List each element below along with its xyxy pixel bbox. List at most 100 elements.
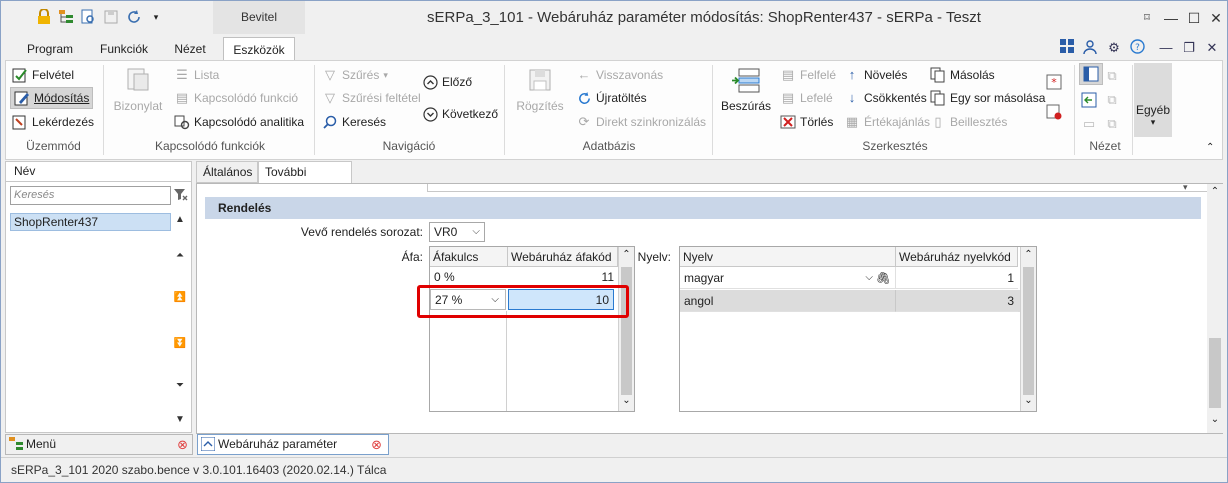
- kovetkezo-button[interactable]: Következő: [422, 103, 498, 125]
- delete-form-button[interactable]: [1046, 101, 1062, 123]
- felfele-button[interactable]: ▤ Felfelé: [780, 64, 836, 86]
- direkt-szinkronizalas-button[interactable]: ⟳ Direkt szinkronizálás: [576, 111, 707, 133]
- chevron-down-icon: [422, 106, 438, 122]
- ribbon-collapse-icon[interactable]: ⌃: [1206, 137, 1214, 159]
- tab-program[interactable]: Program: [21, 37, 79, 61]
- nyelv-column-header-nyelv[interactable]: Nyelv: [680, 247, 896, 267]
- tab-funkciok[interactable]: Funkciók: [93, 37, 155, 61]
- layout-view-button[interactable]: [1079, 63, 1103, 85]
- restore-layout-icon[interactable]: ⌑: [1137, 8, 1157, 28]
- tab-eszkozok[interactable]: Eszközök: [223, 37, 295, 61]
- list-item[interactable]: ShopRenter437: [10, 213, 171, 231]
- highlight-box: [417, 285, 629, 318]
- egyeb-button[interactable]: Egyéb ▾: [1134, 63, 1172, 137]
- mdi-close-button[interactable]: ✕: [1203, 39, 1221, 57]
- scroll-down-icon[interactable]: ▼: [172, 414, 188, 430]
- scroll-thumb[interactable]: [1209, 338, 1221, 408]
- scroll-down-icon[interactable]: ⌄: [1021, 395, 1036, 406]
- lekerdezes-button[interactable]: Lekérdezés: [12, 111, 94, 133]
- beillesztes-button[interactable]: ▯ Beillesztés: [930, 111, 1007, 133]
- egy-sor-masolasa-button[interactable]: Egy sor másolása: [930, 87, 1045, 109]
- masolas-button[interactable]: Másolás: [930, 64, 995, 86]
- tab-tovabbi-adatok[interactable]: További adatok: [258, 161, 352, 199]
- scroll-page-up-icon[interactable]: ⏶: [172, 250, 188, 266]
- close-button[interactable]: ✕: [1206, 8, 1226, 28]
- noveles-button[interactable]: ↑ Növelés: [844, 64, 908, 86]
- scroll-fast-down-icon[interactable]: ⏬: [172, 338, 188, 354]
- vevo-rendeles-combo[interactable]: VR0 ⌵: [429, 222, 485, 242]
- sync-icon: ⟳: [578, 114, 590, 129]
- view-option-3-button[interactable]: [1081, 89, 1097, 111]
- scroll-down-icon[interactable]: ⌄: [1207, 414, 1223, 425]
- scroll-up-icon[interactable]: ⌃: [1021, 249, 1036, 260]
- tab-menu[interactable]: Menü ⊗: [5, 434, 193, 455]
- chevron-down-icon[interactable]: ⌵: [865, 267, 873, 289]
- visszavonas-button[interactable]: ← Visszavonás: [576, 64, 664, 86]
- maximize-button[interactable]: ☐: [1184, 8, 1204, 28]
- close-icon[interactable]: ⊗: [371, 435, 382, 454]
- scroll-up-icon[interactable]: ▲: [172, 214, 188, 230]
- group-label-uzemmod: Üzemmód: [26, 139, 81, 153]
- user-settings-icon[interactable]: [1081, 39, 1099, 57]
- tab-nezet[interactable]: Nézet: [165, 37, 215, 61]
- modositas-button[interactable]: Módosítás: [10, 87, 94, 109]
- rogzites-button[interactable]: Rögzítés: [510, 65, 570, 113]
- chevron-up-icon: [422, 74, 438, 90]
- left-panel: Név Keresés ShopRenter437 ▲ ⏶ ⏫ ⏬ ⏷ ▼: [5, 161, 192, 433]
- left-scrollbar[interactable]: ▲ ⏶ ⏫ ⏬ ⏷ ▼: [172, 210, 188, 430]
- ujratoltes-button[interactable]: Újratöltés: [576, 87, 647, 109]
- lista-button[interactable]: ☰ Lista: [174, 64, 219, 86]
- view-option-5-button[interactable]: ▭: [1081, 113, 1097, 135]
- table-row[interactable]: 0 % 11: [430, 267, 618, 287]
- gear-icon[interactable]: ⚙: [1105, 39, 1123, 57]
- nyelv-column-header-kod[interactable]: Webáruház nyelvkód: [896, 247, 1018, 267]
- lefele-button[interactable]: ▤ Lefelé: [780, 87, 833, 109]
- tree-view-icon: ⧉: [1107, 68, 1117, 83]
- star-form-button[interactable]: *: [1046, 71, 1062, 93]
- separator: [1074, 65, 1075, 155]
- view-option-4-button[interactable]: ⧉: [1104, 89, 1120, 111]
- search-input[interactable]: Keresés: [10, 186, 171, 205]
- szures-button[interactable]: ▽ Szűrés ▾: [322, 64, 388, 86]
- grid-icon[interactable]: [1058, 39, 1076, 57]
- torles-button[interactable]: Törlés: [780, 111, 833, 133]
- mdi-minimize-button[interactable]: —: [1157, 39, 1175, 57]
- mdi-restore-button[interactable]: ❐: [1180, 39, 1198, 57]
- ertekajanlas-button[interactable]: ▦ Értékajánlás: [844, 111, 930, 133]
- minimize-button[interactable]: —: [1161, 8, 1181, 28]
- help-icon[interactable]: ?: [1128, 39, 1146, 57]
- tab-webaruhaz-parameter[interactable]: Webáruház paraméter ⊗: [197, 434, 389, 455]
- table-row[interactable]: magyar ⌵ 🖇 1: [680, 267, 1020, 289]
- scroll-down-icon[interactable]: ⌄: [619, 395, 634, 406]
- afa-grid-scrollbar[interactable]: ⌃ ⌄: [618, 247, 634, 411]
- close-icon[interactable]: ⊗: [177, 435, 188, 454]
- scroll-fast-up-icon[interactable]: ⏫: [172, 292, 188, 308]
- form-content: ▾ Rendelés Vevő rendelés sorozat: VR0 ⌵ …: [196, 182, 1223, 434]
- filter-clear-icon[interactable]: [173, 187, 188, 205]
- bizonylat-button[interactable]: Bizonylat: [110, 65, 166, 113]
- afa-column-header-kulcs[interactable]: Áfakulcs: [430, 247, 508, 267]
- table-row[interactable]: angol 3: [680, 290, 1020, 312]
- content-scrollbar[interactable]: ⌃ ⌄: [1207, 184, 1223, 433]
- csokkentes-button[interactable]: ↓ Csökkentés: [844, 87, 927, 109]
- kapcsolodo-funkcio-button[interactable]: ▤ Kapcsolódó funkció: [174, 87, 298, 109]
- nyelv-grid-scrollbar[interactable]: ⌃ ⌄: [1020, 247, 1036, 411]
- afa-column-header-kod[interactable]: Webáruház áfakód: [508, 247, 618, 267]
- kapcsolodo-analitika-button[interactable]: Kapcsolódó analitika: [174, 111, 304, 133]
- scroll-down-small-icon[interactable]: ▾: [1183, 182, 1188, 193]
- szuresi-feltetel-button[interactable]: ▽ Szűrési feltétel: [322, 87, 421, 109]
- scroll-thumb[interactable]: [1023, 267, 1034, 395]
- beszuras-button[interactable]: Beszúrás: [718, 65, 774, 113]
- kereses-button[interactable]: Keresés: [322, 111, 386, 133]
- scroll-page-down-icon[interactable]: ⏷: [172, 380, 188, 396]
- paperclip-icon[interactable]: 🖇: [876, 267, 891, 289]
- scroll-up-icon[interactable]: ⌃: [1207, 186, 1223, 197]
- elozo-button[interactable]: Előző: [422, 71, 472, 93]
- scroll-up-icon[interactable]: ⌃: [619, 249, 634, 260]
- app-window: ▾ Bevitel sERPa_3_101 - Webáruház paramé…: [0, 0, 1228, 483]
- tab-altalanos[interactable]: Általános: [196, 161, 258, 183]
- view-option-6-button[interactable]: ⧉: [1104, 113, 1120, 135]
- felvetel-button[interactable]: Felvétel: [12, 64, 74, 86]
- view-option-2-button[interactable]: ⧉: [1104, 65, 1120, 87]
- arrow-up-icon: ↑: [848, 67, 856, 82]
